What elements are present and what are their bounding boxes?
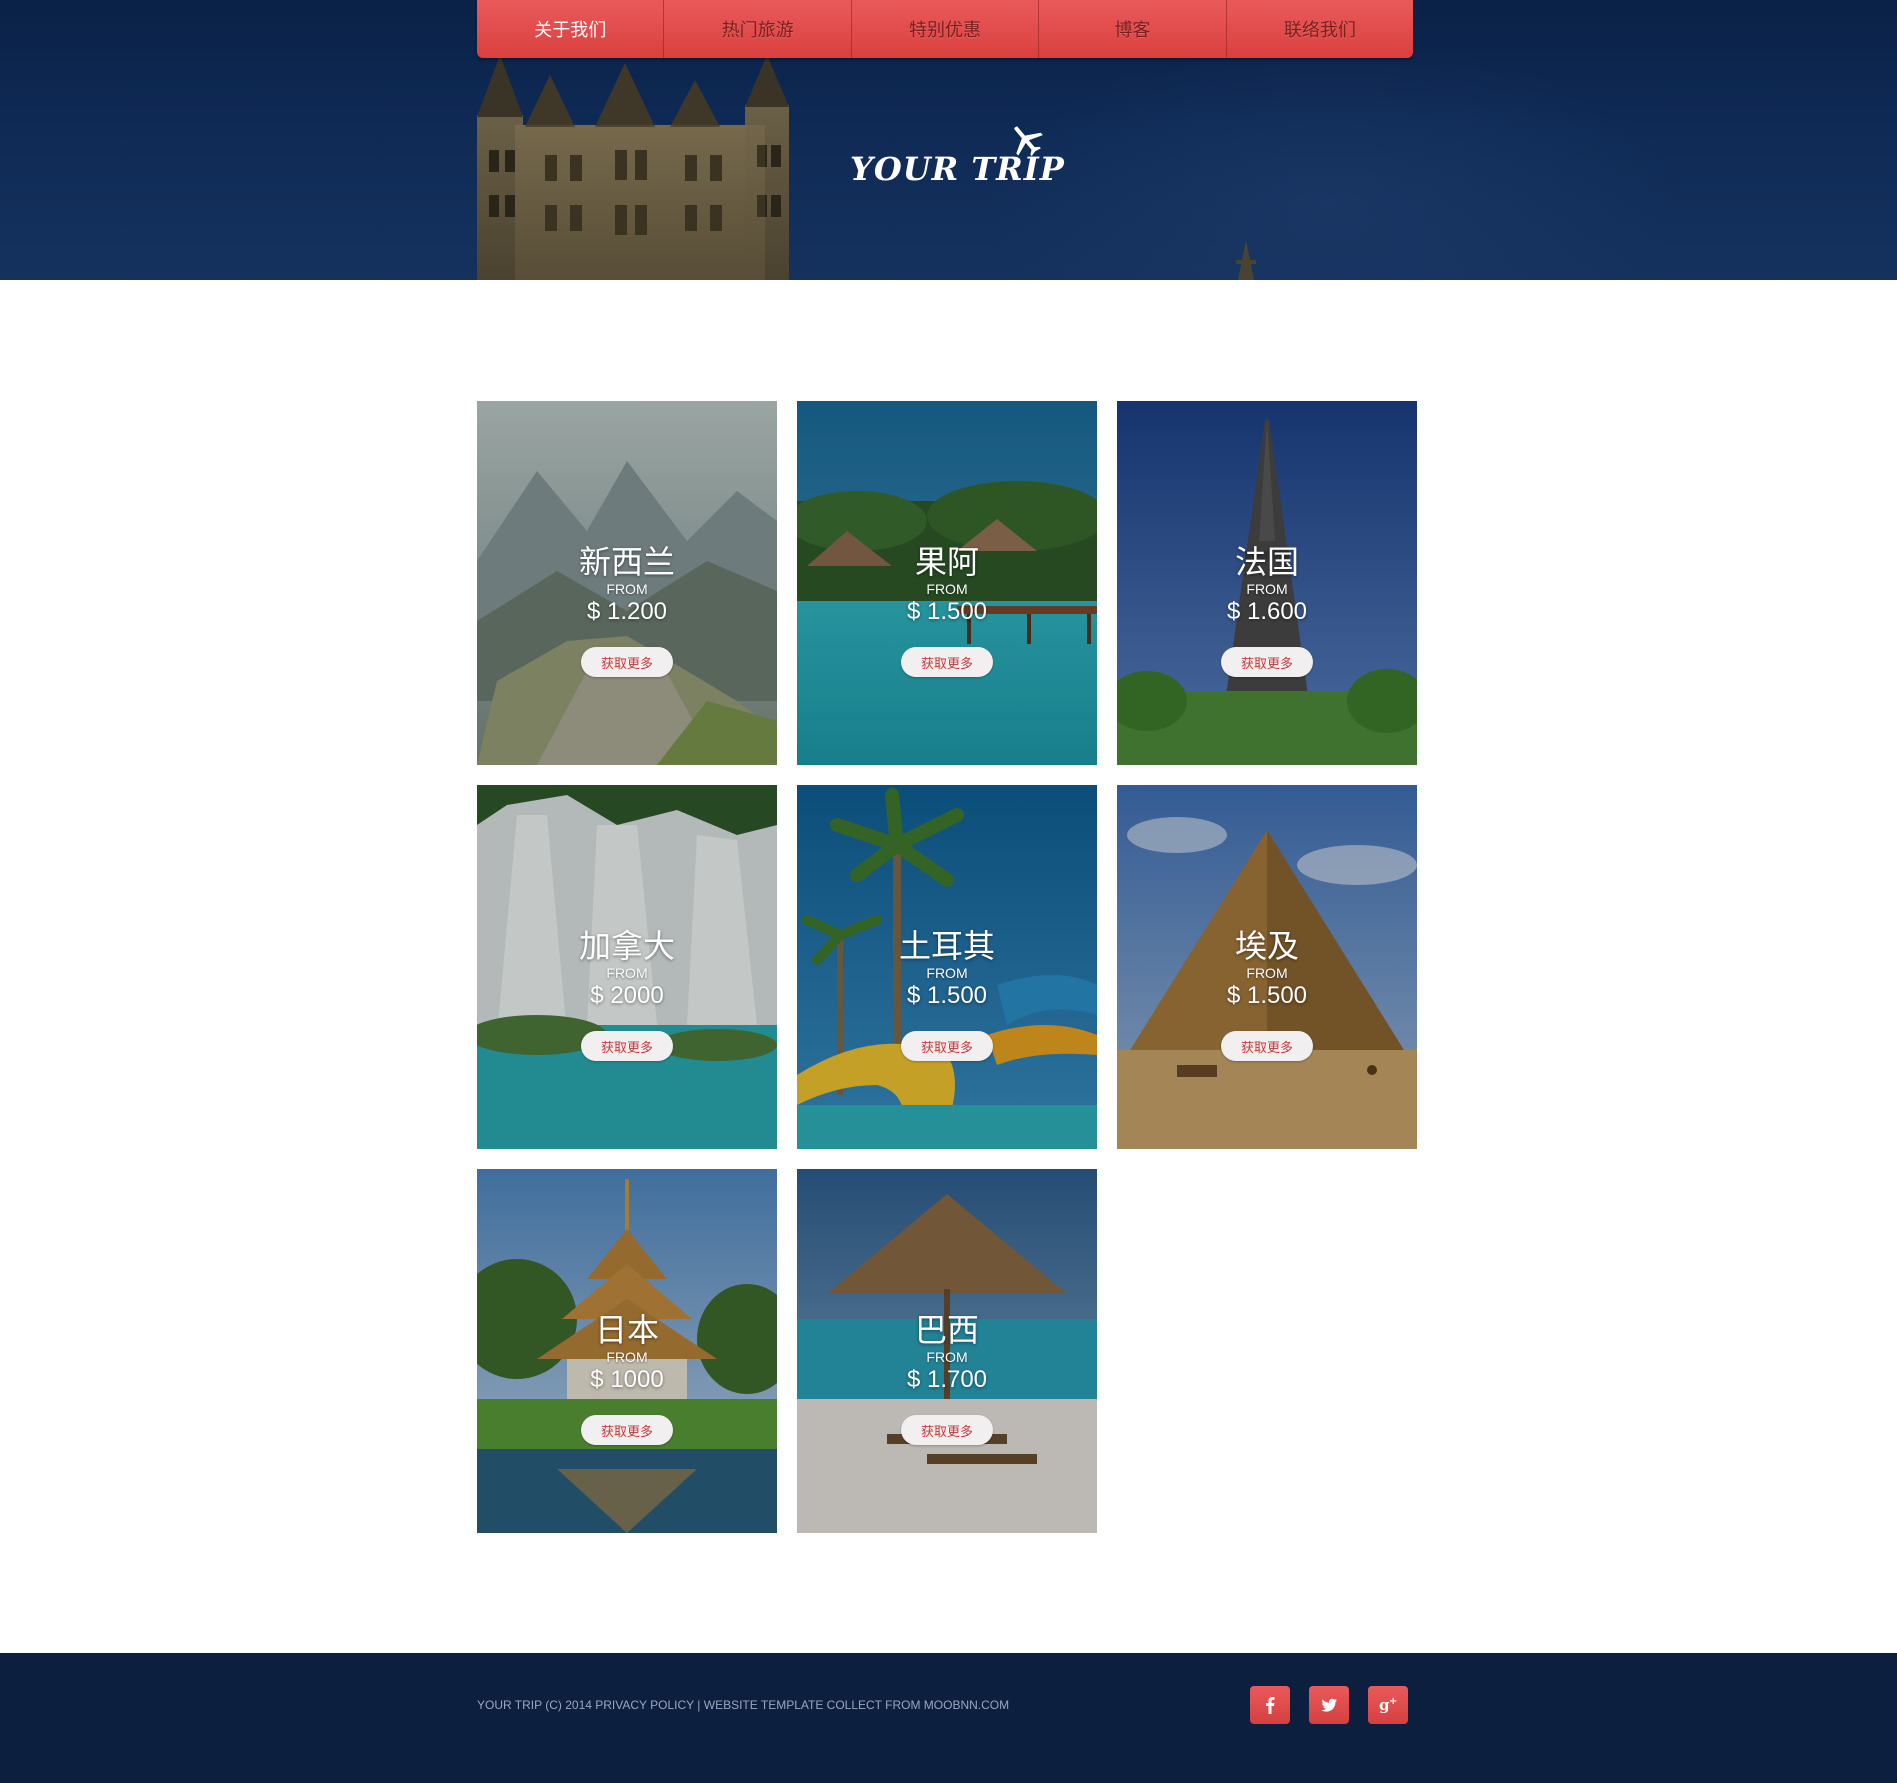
site-logo[interactable]: YOUR TRIP — [850, 122, 1070, 192]
main-nav: 关于我们 热门旅游 特别优惠 博客 联络我们 — [477, 0, 1413, 58]
facebook-icon[interactable] — [1250, 1686, 1290, 1724]
nav-item-special-offers[interactable]: 特别优惠 — [852, 0, 1040, 58]
more-info-button[interactable]: 获取更多 — [1221, 1031, 1313, 1061]
spire-illustration — [1236, 240, 1256, 280]
castle-illustration — [477, 55, 789, 280]
destination-card-turkey[interactable]: 土耳其 FROM $ 1.500 获取更多 — [797, 785, 1097, 1149]
header-banner: 关于我们 热门旅游 特别优惠 博客 联络我们 YOUR TRIP — [0, 0, 1897, 280]
footer: YOUR TRIP (C) 2014 PRIVACY POLICY | WEBS… — [0, 1653, 1897, 1783]
card-price: $ 1.600 — [1226, 598, 1308, 625]
card-from-label: FROM — [606, 1349, 648, 1365]
sky-glow — [980, 40, 1680, 280]
card-from-label: FROM — [606, 581, 648, 597]
destination-card-canada[interactable]: 加拿大 FROM $ 2000 获取更多 — [477, 785, 777, 1149]
card-title: 新西兰 — [578, 543, 675, 581]
destination-card-egypt[interactable]: 埃及 FROM $ 1.500 获取更多 — [1117, 785, 1417, 1149]
more-info-button[interactable]: 获取更多 — [1221, 647, 1313, 677]
card-price: $ 1.500 — [906, 598, 988, 625]
card-price: $ 2000 — [590, 982, 664, 1009]
destination-card-france[interactable]: 法国 FROM $ 1.600 获取更多 — [1117, 401, 1417, 765]
card-from-label: FROM — [1246, 581, 1288, 597]
more-info-button[interactable]: 获取更多 — [581, 647, 673, 677]
nav-item-popular-tours[interactable]: 热门旅游 — [664, 0, 852, 58]
card-from-label: FROM — [926, 1349, 968, 1365]
svg-text:+: + — [1389, 1696, 1397, 1707]
nav-item-blog[interactable]: 博客 — [1039, 0, 1227, 58]
card-price: $ 1.700 — [906, 1366, 988, 1393]
nav-item-about[interactable]: 关于我们 — [477, 0, 665, 58]
destination-card-goa[interactable]: 果阿 FROM $ 1.500 获取更多 — [797, 401, 1097, 765]
card-title: 土耳其 — [898, 927, 995, 965]
footer-copyright: YOUR TRIP (C) 2014 PRIVACY POLICY | WEBS… — [477, 1698, 1010, 1712]
card-price: $ 1.500 — [1226, 982, 1308, 1009]
more-info-button[interactable]: 获取更多 — [581, 1031, 673, 1061]
card-from-label: FROM — [1246, 965, 1288, 981]
destination-card-new-zealand[interactable]: 新西兰 FROM $ 1.200 获取更多 — [477, 401, 777, 765]
more-info-button[interactable]: 获取更多 — [901, 1031, 993, 1061]
card-from-label: FROM — [606, 965, 648, 981]
card-title: 果阿 — [914, 543, 979, 581]
nav-item-contact[interactable]: 联络我们 — [1227, 0, 1413, 58]
card-from-label: FROM — [926, 581, 968, 597]
card-price: $ 1.200 — [586, 598, 668, 625]
twitter-icon[interactable] — [1309, 1686, 1349, 1724]
airplane-icon — [1014, 126, 1043, 157]
card-price: $ 1.500 — [906, 982, 988, 1009]
destination-card-japan[interactable]: 日本 FROM $ 1000 获取更多 — [477, 1169, 777, 1533]
card-price: $ 1000 — [590, 1366, 664, 1393]
more-info-button[interactable]: 获取更多 — [901, 1415, 993, 1445]
more-info-button[interactable]: 获取更多 — [581, 1415, 673, 1445]
card-title: 加拿大 — [578, 927, 675, 965]
card-title: 日本 — [594, 1311, 659, 1349]
google-plus-icon[interactable]: g + — [1368, 1686, 1408, 1724]
card-title: 埃及 — [1234, 927, 1299, 965]
card-title: 巴西 — [914, 1311, 979, 1349]
more-info-button[interactable]: 获取更多 — [901, 647, 993, 677]
destination-card-brazil[interactable]: 巴西 FROM $ 1.700 获取更多 — [797, 1169, 1097, 1533]
card-from-label: FROM — [926, 965, 968, 981]
card-title: 法国 — [1234, 543, 1299, 581]
